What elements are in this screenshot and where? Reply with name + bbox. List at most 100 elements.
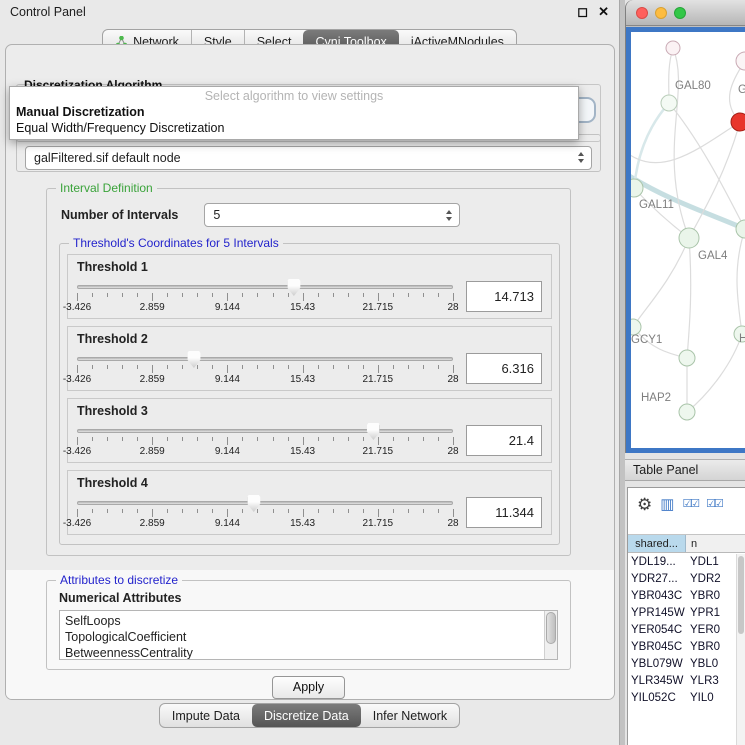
table-scrollbar[interactable] [736, 554, 745, 745]
threshold-slider[interactable]: -3.4262.8599.14415.4321.71528 [77, 348, 453, 386]
scale-label: 2.859 [140, 374, 165, 385]
zoom-button[interactable] [674, 7, 686, 19]
scale-label: -3.426 [63, 374, 91, 385]
float-window-button[interactable]: ◻ [577, 4, 588, 20]
popup-item[interactable]: Manual Discretization [10, 104, 578, 120]
tick-mark [197, 509, 198, 513]
table-row[interactable]: YDR27...YDR2 [628, 570, 745, 587]
tick-mark [137, 293, 138, 297]
table-row[interactable]: YDL19...YDL1 [628, 553, 745, 570]
scrollbar-thumb[interactable] [546, 612, 556, 644]
network-edge [687, 334, 742, 412]
close-window-button[interactable]: ✕ [598, 4, 609, 20]
slider-track[interactable] [77, 429, 453, 433]
network-node[interactable] [679, 350, 695, 366]
attributes-panel: Attributes to discretize Numerical Attri… [6, 570, 614, 699]
slider-track[interactable] [77, 285, 453, 289]
algorithm-popup-items: Manual DiscretizationEqual Width/Frequen… [10, 104, 578, 136]
tick-mark [107, 293, 108, 297]
tab-impute-data[interactable]: Impute Data [160, 704, 252, 727]
column-header-shared-name[interactable]: shared... [628, 535, 686, 552]
control-panel-titlebar: Control Panel ◻ ✕ [0, 0, 619, 24]
table-row[interactable]: YBL079WYBL0 [628, 655, 745, 672]
number-of-intervals-combobox[interactable]: 5 [204, 203, 460, 227]
table-data-selected-value: galFiltered.sif default node [34, 151, 181, 165]
minimize-button[interactable] [655, 7, 667, 19]
apply-button[interactable]: Apply [272, 676, 345, 699]
tick-mark [227, 509, 228, 517]
threshold-block: Threshold 3-3.4262.8599.14415.4321.71528… [67, 398, 552, 463]
tick-mark [212, 293, 213, 297]
threshold-slider[interactable]: -3.4262.8599.14415.4321.71528 [77, 420, 453, 458]
network-view-frame: GAL80GGAL11GAL4GCY1HHAP2 [626, 27, 745, 453]
tab-infer-network[interactable]: Infer Network [361, 704, 459, 727]
table-row[interactable]: YIL052CYIL0 [628, 689, 745, 706]
network-canvas[interactable]: GAL80GGAL11GAL4GCY1HHAP2 [631, 32, 745, 448]
list-item[interactable]: BetweennessCentrality [65, 645, 541, 660]
thresholds-legend: Threshold's Coordinates for 5 Intervals [69, 236, 283, 250]
network-node[interactable] [666, 41, 680, 55]
tick-mark [77, 293, 78, 301]
threshold-value[interactable]: 21.4 [466, 425, 542, 456]
table-row[interactable]: YPR145WYPR1 [628, 604, 745, 621]
column-header-name[interactable]: n [686, 535, 745, 552]
list-item[interactable]: TopologicalCoefficient [65, 629, 541, 645]
threshold-value[interactable]: 6.316 [466, 353, 542, 384]
control-panel-title: Control Panel [10, 5, 86, 19]
tick-mark [273, 293, 274, 297]
threshold-slider[interactable]: -3.4262.8599.14415.4321.71528 [77, 492, 453, 530]
list-item[interactable]: SelfLoops [65, 613, 541, 629]
table-rows: YDL19...YDL1YDR27...YDR2YBR043CYBR0YPR14… [628, 553, 745, 706]
network-node[interactable] [736, 220, 745, 238]
tick-mark [92, 437, 93, 441]
network-node-label: GCY1 [631, 334, 662, 346]
threshold-label: Threshold 1 [77, 260, 542, 274]
slider-scale-labels: -3.4262.8599.14415.4321.71528 [77, 446, 453, 458]
gear-icon[interactable]: ⚙ [637, 496, 652, 513]
attributes-scrollbar[interactable] [544, 611, 557, 659]
network-node[interactable] [679, 404, 695, 420]
scrollbar-thumb[interactable] [738, 556, 744, 634]
network-node[interactable] [661, 95, 677, 111]
tick-mark [408, 509, 409, 513]
tab-discretize-data[interactable]: Discretize Data [252, 704, 361, 727]
slider-scale-labels: -3.4262.8599.14415.4321.71528 [77, 302, 453, 314]
select-columns-icon[interactable]: ☑☑ [682, 499, 698, 510]
threshold-value[interactable]: 14.713 [466, 281, 542, 312]
table-row[interactable]: YBR045CYBR0 [628, 638, 745, 655]
tick-mark [438, 365, 439, 369]
table-row[interactable]: YER054CYER0 [628, 621, 745, 638]
table-toolbar: ⚙ ▥ ☑☑ ☑☑ [628, 488, 745, 521]
slider-track[interactable] [77, 501, 453, 505]
table-row[interactable]: YBR043CYBR0 [628, 587, 745, 604]
select-rows-icon[interactable]: ☑☑ [706, 499, 722, 510]
threshold-slider[interactable]: -3.4262.8599.14415.4321.71528 [77, 276, 453, 314]
network-node-label: H [739, 333, 745, 345]
tick-mark [137, 437, 138, 441]
slider-track[interactable] [77, 357, 453, 361]
scale-label: 9.144 [215, 374, 240, 385]
scale-label: 21.715 [363, 518, 394, 529]
tick-mark [453, 365, 454, 373]
table-row[interactable]: YLR345WYLR3 [628, 672, 745, 689]
popup-item[interactable]: Equal Width/Frequency Discretization [10, 120, 578, 136]
threshold-label: Threshold 2 [77, 332, 542, 346]
threshold-value[interactable]: 11.344 [466, 497, 542, 528]
tick-mark [227, 365, 228, 373]
network-node[interactable] [679, 228, 699, 248]
network-edge [687, 238, 691, 358]
tick-mark [303, 509, 304, 517]
tick-mark [152, 293, 153, 301]
tick-mark [137, 509, 138, 513]
columns-icon[interactable]: ▥ [660, 497, 674, 512]
numerical-attributes-label: Numerical Attributes [59, 591, 570, 605]
close-button[interactable] [636, 7, 648, 19]
network-node[interactable] [631, 319, 641, 335]
network-node[interactable] [736, 52, 745, 70]
tick-mark [242, 365, 243, 369]
network-node[interactable] [731, 113, 745, 131]
table-data-combobox[interactable]: galFiltered.sif default node [25, 146, 592, 170]
network-edge [673, 48, 689, 238]
network-node-label: GAL11 [639, 199, 674, 211]
interval-definition-group: Interval Definition Number of Intervals … [46, 188, 571, 556]
